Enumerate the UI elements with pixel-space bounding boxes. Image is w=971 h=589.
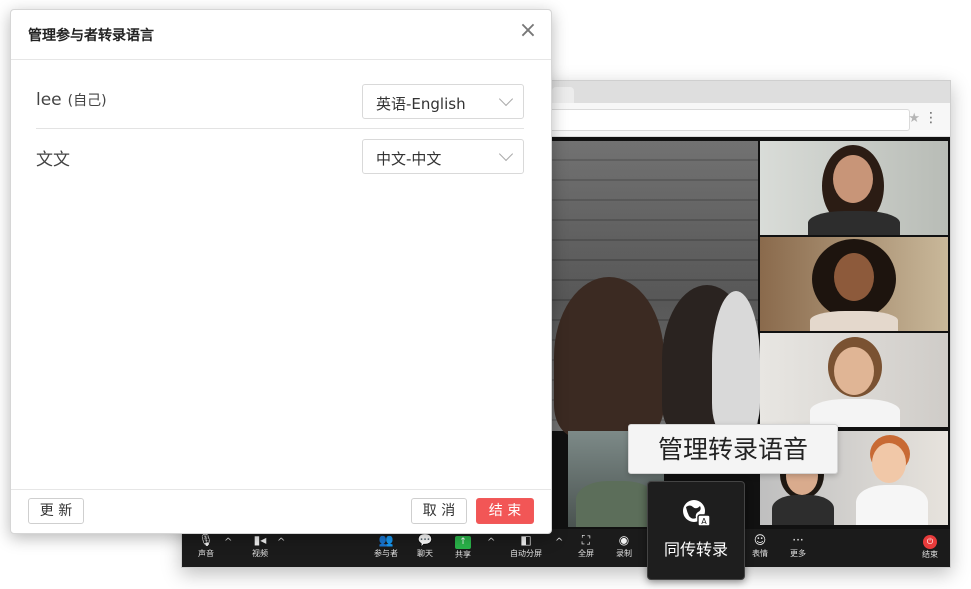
participant-name: lee (自己) xyxy=(36,90,107,110)
dialog-footer: 更 新 取 消 结 束 xyxy=(11,489,551,533)
record-icon: ◉ xyxy=(618,533,630,547)
participant-shirt xyxy=(810,399,900,427)
participant-tile[interactable] xyxy=(760,333,948,427)
audience-person xyxy=(712,291,760,431)
globe-translate-icon: A xyxy=(683,500,711,527)
svg-text:A: A xyxy=(701,517,707,526)
more-dots-icon: ··· xyxy=(792,533,804,547)
cancel-button[interactable]: 取 消 xyxy=(411,498,467,524)
participant-row: 文文 中文-中文 xyxy=(36,129,524,184)
end-call-icon: ⏻ xyxy=(923,535,937,549)
chat-button[interactable]: 💬 聊天 xyxy=(405,532,445,560)
dialog-title: 管理参与者转录语言 xyxy=(28,28,154,44)
layout-options-caret-icon[interactable]: ^ xyxy=(555,537,563,548)
participant-face xyxy=(833,155,873,203)
audience-person xyxy=(554,277,664,437)
participants-icon: 👥 xyxy=(378,533,394,547)
participant-face xyxy=(834,253,874,301)
screen: ★ ⋮ 🎙 声音 ^ ▮◂ 视频 ^ 👥 参与者 💬 聊天 ↑ 共享 ^ ◧ 自… xyxy=(0,0,971,589)
participant-shirt xyxy=(856,485,928,525)
browser-menu-icon[interactable]: ⋮ xyxy=(924,109,938,127)
participants-button[interactable]: 👥 参与者 xyxy=(366,532,406,560)
language-value: 中文-中文 xyxy=(376,150,442,168)
more-button[interactable]: ··· 更多 xyxy=(778,532,818,560)
video-options-caret-icon[interactable]: ^ xyxy=(277,537,285,548)
chevron-down-icon xyxy=(498,91,514,107)
participant-name: 文文 xyxy=(36,150,70,170)
language-select[interactable]: 英语-English xyxy=(362,84,524,119)
update-button[interactable]: 更 新 xyxy=(28,498,84,524)
participant-shirt xyxy=(772,495,834,525)
fullscreen-button[interactable]: ⛶ 全屏 xyxy=(566,532,606,560)
end-button[interactable]: 结 束 xyxy=(476,498,534,524)
close-icon[interactable]: × xyxy=(517,20,539,42)
microphone-icon: 🎙 xyxy=(198,533,214,547)
audio-options-caret-icon[interactable]: ^ xyxy=(224,537,232,548)
end-meeting-button[interactable]: ⏻ 结束 xyxy=(910,532,950,561)
reactions-button[interactable]: ☺ 表情 xyxy=(740,532,780,560)
participant-tile[interactable] xyxy=(760,237,948,331)
participant-shirt xyxy=(808,211,900,235)
chat-bubble-icon: 💬 xyxy=(417,533,433,547)
video-button[interactable]: ▮◂ 视频 xyxy=(240,532,280,560)
participant-shirt xyxy=(810,311,898,331)
meeting-toolbar: 🎙 声音 ^ ▮◂ 视频 ^ 👥 参与者 💬 聊天 ↑ 共享 ^ ◧ 自动分屏 … xyxy=(182,529,950,567)
auto-split-button[interactable]: ◧ 自动分屏 xyxy=(505,532,547,560)
self-tag: (自己) xyxy=(67,93,107,109)
share-screen-icon: ↑ xyxy=(455,536,471,549)
manage-transcription-language-dialog: 管理参与者转录语言 × lee (自己) 英语-English 文文 中文-中文 … xyxy=(10,9,552,534)
audio-button[interactable]: 🎙 声音 xyxy=(186,532,226,560)
emoji-icon: ☺ xyxy=(753,533,767,547)
participant-tile[interactable] xyxy=(760,141,948,235)
simultaneous-transcription-button[interactable]: A 同传转录 xyxy=(647,481,745,580)
bookmark-star-icon[interactable]: ★ xyxy=(908,111,920,126)
transcription-button-label: 同传转录 xyxy=(663,540,728,559)
dialog-header: 管理参与者转录语言 × xyxy=(11,10,551,60)
share-button[interactable]: ↑ 共享 xyxy=(443,532,483,561)
split-layout-icon: ◧ xyxy=(520,533,532,547)
chevron-down-icon xyxy=(498,146,514,162)
record-button[interactable]: ◉ 录制 xyxy=(604,532,644,560)
browser-tab[interactable] xyxy=(552,87,574,103)
participant-row: lee (自己) 英语-English xyxy=(36,74,524,129)
participant-face xyxy=(872,443,906,483)
language-select[interactable]: 中文-中文 xyxy=(362,139,524,174)
share-options-caret-icon[interactable]: ^ xyxy=(487,537,495,548)
camera-icon: ▮◂ xyxy=(253,533,267,547)
manage-transcription-callout: 管理转录语音 xyxy=(628,424,838,474)
fullscreen-icon: ⛶ xyxy=(581,533,591,547)
participant-face xyxy=(834,347,874,395)
participant-group xyxy=(576,481,656,527)
language-value: 英语-English xyxy=(376,95,466,113)
